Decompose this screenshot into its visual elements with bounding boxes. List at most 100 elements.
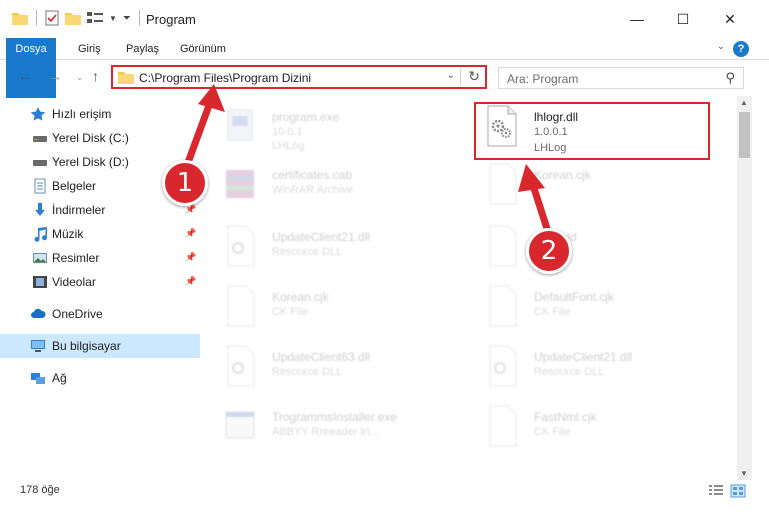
address-bar[interactable]: C:\Program Files\Program Dizini ⌄ ↻ [111,65,487,89]
address-path[interactable]: C:\Program Files\Program Dizini [139,71,311,85]
search-icon[interactable]: ⚲ [725,70,735,86]
file-type: CK File [534,306,571,318]
file-highlight-box [474,102,710,160]
sidebar-item-label: İndirmeler [52,203,106,217]
ribbon-tabs: Dosya Giriş Paylaş Görünüm ⌄ ? [0,38,769,98]
sidebar-item-this-pc[interactable]: Bu bilgisayar [0,334,200,358]
vertical-scrollbar[interactable]: ▲ ▼ [737,96,752,480]
blank-file-icon [489,163,517,205]
blank-file-icon [489,405,517,447]
cloud-icon [31,308,46,318]
toolbar-divider [36,10,37,26]
sidebar-item-pictures[interactable]: Resimler 📌 [0,246,200,270]
tab-view[interactable]: Görünüm [172,38,234,60]
archive-file-icon [226,170,254,198]
file-item-korean-cjk[interactable]: Korean.cjk [474,160,714,220]
scroll-down-icon[interactable]: ▼ [740,469,748,478]
file-item-updateclient63-dll[interactable]: UpdateClient63.dll Resource DLL [212,342,452,402]
window-title: Program [146,12,196,27]
download-icon [35,203,45,216]
chevron-down-icon[interactable]: ⌄ [447,70,455,81]
minimize-icon: — [630,11,644,27]
address-divider [460,69,461,85]
file-type: Resource DLL [272,366,343,378]
navigation-pane: Hızlı erişim Yerel Disk (C:) Yerel Disk … [0,98,208,478]
sidebar-item-local-disk-c[interactable]: Yerel Disk (C:) [0,126,200,150]
picture-icon [33,253,47,263]
sidebar-item-label: Ağ [52,371,67,385]
file-name: TrogrammsInstaller.exe [272,410,397,424]
sidebar-item-downloads[interactable]: İndirmeler 📌 [0,198,200,222]
scroll-up-icon[interactable]: ▲ [740,98,748,107]
chevron-down-icon[interactable]: ⌄ [717,41,725,52]
sidebar-item-label: Yerel Disk (D:) [52,155,129,169]
file-type: Resource DLL [272,246,343,258]
back-arrow-icon[interactable]: ← [18,68,32,84]
network-icon [31,373,45,384]
file-item-archivid[interactable]: Archivid [474,222,714,282]
details-view-icon[interactable] [708,484,724,498]
tab-share[interactable]: Paylaş [118,38,167,60]
music-icon [34,227,47,242]
step-badge-2: 2 [526,228,572,274]
computer-icon [31,340,45,352]
file-item-updateclient21-dll-2[interactable]: UpdateClient21.dll Resource DLL [474,342,714,402]
close-button[interactable]: ✕ [707,0,753,38]
file-item-certificates-cab[interactable]: certificates.cab WinRAR Archive [212,160,452,220]
file-item-program-exe[interactable]: program.exe 10.0.1 LHLog [212,102,452,162]
minimize-button[interactable]: — [614,0,660,38]
sidebar-item-music[interactable]: Müzik 📌 [0,222,200,246]
status-bar: 178 öğe [0,480,769,502]
file-name: program.exe [272,110,340,124]
new-folder-icon[interactable] [65,11,81,25]
refresh-icon[interactable]: ↻ [468,68,480,85]
pin-icon[interactable]: 📌 [185,252,196,263]
step-badge-1: 1 [162,160,208,206]
sidebar-item-videos[interactable]: Videolar 📌 [0,270,200,294]
pin-icon[interactable]: 📌 [185,276,196,287]
sidebar-item-label: Yerel Disk (C:) [52,131,129,145]
file-item-updateclient21-dll[interactable]: UpdateClient21.dll Resource DLL [212,222,452,282]
forward-arrow-icon[interactable]: → [48,68,62,84]
file-item-korean-cjk-2[interactable]: Korean.cjk CK File [212,282,452,342]
dll-file-icon [489,345,517,387]
sidebar-item-label: Müzik [52,227,84,241]
title-bar: ▼ ⏷ Program — ☐ ✕ [0,0,769,38]
tab-home[interactable]: Giriş [70,38,109,60]
file-company: LHLog [272,140,305,152]
recent-locations-icon[interactable]: ⌄ [76,72,84,83]
properties-icon[interactable] [45,10,59,26]
maximize-button[interactable]: ☐ [660,0,706,38]
blank-file-icon [489,285,517,327]
drive-icon [33,160,47,166]
sidebar-item-network[interactable]: Ağ [0,366,200,390]
up-arrow-icon[interactable]: ↑ [92,68,99,84]
search-input[interactable]: Ara: Program [507,72,578,86]
sidebar-item-onedrive[interactable]: OneDrive [0,302,200,326]
search-box[interactable]: Ara: Program ⚲ [498,67,744,89]
blank-file-icon [489,225,517,267]
file-name: UpdateClient21.dll [534,350,633,364]
file-name: Korean.cjk [534,168,591,182]
file-item-defaultfont-cjk[interactable]: DefaultFont.cjk CK File [474,282,714,342]
file-version: 10.0.1 [272,126,303,138]
customize-toolbar-icon[interactable]: ⏷ [123,13,131,24]
view-options-icon[interactable] [87,11,103,25]
chevron-down-icon[interactable]: ▼ [109,14,117,23]
pin-icon[interactable]: 📌 [185,228,196,239]
help-button[interactable]: ? [733,41,749,57]
sidebar-item-label: Belgeler [52,179,97,193]
file-item-fastnml-cjk[interactable]: FastNml.cjk CK File [474,402,714,462]
navigation-bar: ← → ⌄ ↑ C:\Program Files\Program Dizini … [0,60,769,94]
sidebar-item-quick-access[interactable]: Hızlı erişim [0,102,200,126]
document-icon [34,178,46,194]
sidebar-item-label: Videolar [52,275,96,289]
sidebar-item-label: Resimler [52,251,100,265]
file-company: ABBYY Rreeader tri... [272,426,379,438]
file-item-installer-exe[interactable]: TrogrammsInstaller.exe ABBYY Rreeader tr… [212,402,452,462]
folder-icon[interactable] [12,11,28,25]
large-icons-view-icon[interactable] [730,484,746,498]
close-icon: ✕ [724,10,736,27]
file-type: WinRAR Archive [272,184,354,196]
scrollbar-thumb[interactable] [739,112,750,158]
